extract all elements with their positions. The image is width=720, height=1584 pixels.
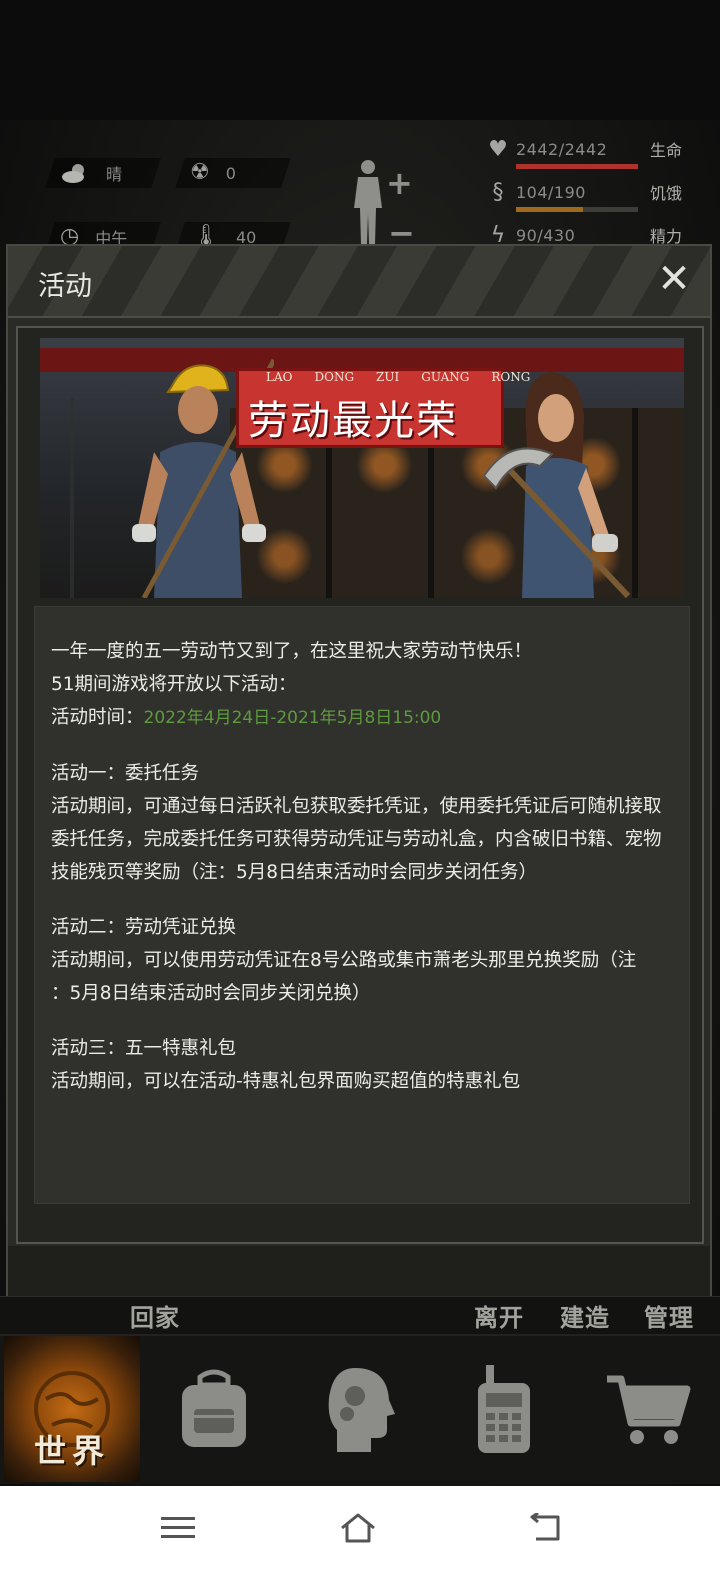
home-button[interactable] [330,1508,386,1548]
radiation-stat: ☢ 0 [190,158,236,188]
event-time: 活动时间：2022年4月24日-2021年5月8日15:00 [51,701,689,735]
health-value: 2442/2442 [516,139,608,159]
banner-title: 劳动最光荣 [248,398,458,444]
build-action[interactable]: 建造 [560,1298,610,1333]
weather-stat: 晴 [60,158,122,188]
event-time-value: 2022年4月24日-2021年5月8日15:00 [143,708,442,728]
leave-action[interactable]: 离开 [474,1298,524,1333]
world-tab-label: 世界 [33,1432,110,1470]
pinyin-2: DONG [314,370,355,384]
banner-pinyin: LAO DONG ZUI GUANG RONG [266,370,530,384]
game-screen: 晴 ☢ 0 ◷ 中午 🌡︎ 40 + − ♥ 2442/2442 生命 § 10… [0,0,720,1584]
menu-button[interactable] [150,1508,206,1548]
intro-line-2: 51期间游戏将开放以下活动： [51,674,297,695]
intro-line: 一年一度的五一劳动节又到了，在这里祝大家劳动节快乐！ [51,641,533,662]
home-icon [341,1513,375,1543]
event-panel: LAO DONG ZUI GUANG RONG 劳动最光荣 一年一度的五一劳动节… [16,326,704,1244]
event-description: 一年一度的五一劳动节又到了，在这里祝大家劳动节快乐！ 51期间游戏将开放以下活动… [34,606,690,1204]
activity-3-line-1: 活动期间，可以在活动-特惠礼包界面购买超值的特惠礼包 [51,1071,521,1092]
health-label: 生命 [650,141,683,160]
event-time-label: 活动时间： [51,707,144,728]
top-dark-area [0,0,720,120]
event-banner: LAO DONG ZUI GUANG RONG 劳动最光荣 [40,338,684,598]
activity-3-title: 活动三：五一特惠礼包 [51,1038,237,1059]
shopping-cart-icon [607,1375,691,1444]
energy-value: 90/430 [516,225,576,245]
hunger-bar: § 104/190 饥饿 [480,173,700,212]
activity-2-line-1: 活动期间，可以使用劳动凭证在8号公路或集市萧老头那里兑换奖励（注 [51,950,637,971]
body-status-icon[interactable] [348,158,388,246]
hunger-value: 104/190 [516,182,586,202]
skills-tab[interactable] [292,1336,428,1482]
modal-header: 活动 ✕ [8,246,710,318]
radiation-value: 0 [225,163,236,183]
health-bar: ♥ 2442/2442 生命 [480,130,700,169]
plus-icon[interactable]: + [386,164,413,202]
cloud-sun-icon [62,164,84,183]
backpack-icon [182,1369,246,1447]
pinyin-1: LAO [266,370,293,384]
backpack-tab[interactable] [146,1336,282,1482]
world-tab[interactable]: 世界 [4,1336,140,1482]
pinyin-3: ZUI [376,370,400,384]
radiation-icon: ☢ [190,160,210,185]
back-button[interactable] [516,1508,572,1548]
activity-2-title: 活动二：劳动凭证兑换 [51,917,237,938]
walkie-talkie-icon [478,1365,530,1453]
weather-value: 晴 [106,165,123,184]
menu-icon [161,1517,195,1538]
pinyin-4: GUANG [421,370,470,384]
shop-tab[interactable] [580,1336,716,1482]
modal-footer [8,1246,710,1302]
health-fill [516,163,638,169]
hunger-label: 饥饿 [650,184,683,203]
radio-tab[interactable] [436,1336,572,1482]
heart-icon: ♥ [488,136,508,162]
activity-1-title: 活动一：委托任务 [51,763,200,784]
activity-1-line-3: 技能残页等奖励（注：5月8日结束活动时会同步关闭任务） [51,862,538,883]
home-action[interactable]: 回家 [130,1298,180,1333]
close-button[interactable]: ✕ [654,259,694,300]
pinyin-5: RONG [491,370,531,384]
activity-1-line-2: 委托任务，完成委托任务可获得劳动凭证与劳动礼盒，内含破旧书籍、宠物 [51,829,662,850]
manage-action[interactable]: 管理 [644,1298,694,1333]
brain-head-icon [328,1368,395,1452]
event-modal: 活动 ✕ LAO DONG ZUI GUANG RONG 劳动最光荣 一年一度的… [6,244,712,1302]
stomach-icon: § [492,179,504,205]
activity-1-line-1: 活动期间，可通过每日活跃礼包获取委托凭证，使用委托凭证后可随机接取 [51,796,662,817]
hunger-fill [516,206,583,212]
action-bar [0,1296,720,1334]
modal-title: 活动 [38,271,92,302]
activity-2-line-2: ：5月8日结束活动时会同步关闭兑换） [51,983,371,1004]
back-icon [530,1513,560,1541]
